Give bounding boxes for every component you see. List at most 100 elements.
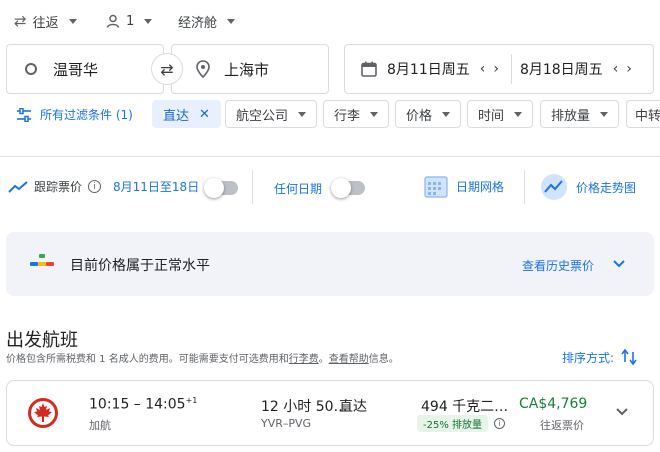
flight-stops: 直达 [339,399,367,415]
date-field[interactable]: 8月11日周五 ‹ › 8月18日周五 ‹ › [344,44,654,94]
trip-type-select[interactable]: ⇄ 往返 [14,10,77,32]
return-next-icon[interactable]: › [622,61,636,77]
help-link[interactable]: 查看帮助 [329,354,369,365]
track-dates-toggle[interactable] [204,178,238,198]
flight-card[interactable]: 10:15 – 14:05+1 加航 12 小时 50… YVR–PVG 直达 … [6,380,654,446]
destination-text: 上海市 [224,60,270,79]
trend-line-icon [8,180,28,193]
emissions-badge-row: -25% 排放量 i [417,415,506,432]
bag-fees-link[interactable]: 行李费 [289,354,319,365]
chip-times[interactable]: 时间 [467,100,534,128]
info-icon[interactable]: i [88,180,102,193]
date-grid-label: 日期网格 [456,179,505,194]
all-filters-label: 所有过滤条件 (1) [40,108,133,122]
airline-name: 加航 [89,419,111,432]
passenger-select[interactable]: 1 [106,10,153,32]
caret-down-icon [227,18,236,24]
caret-down-icon [370,111,379,117]
price-level-icon [30,254,54,266]
chip-connections[interactable]: 中转 [626,100,660,128]
flight-emissions: 494 千克二… [421,399,509,415]
origin-text: 温哥华 [53,60,99,79]
person-icon [106,14,120,28]
depart-next-icon[interactable]: › [489,61,503,77]
price-graph-button[interactable]: 价格走势图 [540,173,636,201]
chip-label: 航空公司 [236,108,289,124]
price-type: 往返票价 [540,419,584,432]
return-date[interactable]: 8月18日周五 [520,59,603,79]
day-offset: +1 [185,396,198,405]
insight-text: 目前价格属于正常水平 [70,258,210,274]
chevron-down-icon[interactable] [615,407,629,417]
filter-sliders-icon [17,107,31,122]
track-dates: 8月11日至18日 [113,180,200,194]
note-text: 信息。 [368,354,399,365]
results-note: 价格包含所需税费和 1 名成人的费用。可能需要支付可选费用和行李费。查看帮助信息… [6,350,399,365]
cabin-select[interactable]: 经济舱 [178,10,236,32]
chip-price[interactable]: 价格 [395,100,462,128]
flight-times-text: 10:15 – 14:05 [89,396,186,413]
flight-price: CA$4,769 [519,396,588,412]
chip-label: 直达 [163,108,190,124]
chip-nonstop[interactable]: 直达 ✕ [152,100,221,128]
swap-button[interactable]: ⇄ [151,53,183,85]
chip-label: 时间 [478,108,505,124]
cabin-label: 经济舱 [178,15,218,31]
caret-down-icon [68,18,77,24]
caret-down-icon [600,111,609,117]
close-icon[interactable]: ✕ [199,107,210,122]
swap-icon: ⇄ [160,59,174,79]
caret-down-icon [298,111,307,117]
chip-emissions[interactable]: 排放量 [540,100,620,128]
chip-airlines[interactable]: 航空公司 [225,100,318,128]
caret-down-icon [442,111,451,117]
tools-divider [524,170,525,204]
tools-divider [252,170,253,204]
toggle-knob [204,178,224,198]
location-pin-icon [196,60,210,78]
note-text: 价格包含所需税费和 1 名成人的费用。可能需要支付可选费用和 [6,354,289,365]
track-prices: 跟踪票价 i 8月11日至18日 [8,178,199,195]
results-heading: 出发航班 [6,330,78,351]
air-canada-logo-icon [28,398,58,428]
any-dates-label: 任何日期 [274,182,323,196]
date-grid-button[interactable]: 日期网格 [424,174,504,198]
passenger-count: 1 [126,13,135,29]
date-grid-icon [424,176,448,198]
sort-button[interactable]: 排序方式: [562,348,638,366]
origin-field[interactable]: 温哥华 [6,44,164,94]
emissions-badge: -25% 排放量 [417,415,489,432]
return-prev-icon[interactable]: ‹ [609,61,623,77]
all-filters-button[interactable]: 所有过滤条件 (1) [16,106,133,123]
chip-label: 价格 [406,108,433,124]
origin-circle-icon [25,63,37,75]
calendar-icon [361,61,377,77]
track-label: 跟踪票价 [34,180,83,194]
info-icon[interactable]: i [494,418,506,429]
any-dates-toggle[interactable] [331,178,365,198]
price-insight-card[interactable]: 目前价格属于正常水平 查看历史票价 [6,232,654,296]
flight-times: 10:15 – 14:05+1 [89,396,197,413]
toggle-knob [331,178,351,198]
caret-down-icon [144,18,153,24]
chip-label: 排放量 [551,108,591,124]
price-graph-icon [541,174,567,200]
caret-down-icon [514,111,523,117]
flight-route: YVR–PVG [261,417,312,430]
date-divider [510,54,512,84]
trip-type-label: 往返 [32,15,59,31]
toolbar-divider [0,156,660,157]
chip-label: 行李 [334,108,361,124]
swap-arrows-icon: ⇄ [14,12,27,30]
depart-date[interactable]: 8月11日周五 [387,59,470,79]
view-history-link[interactable]: 查看历史票价 [522,257,594,274]
chip-label: 中转 [635,108,660,124]
sort-icon [621,348,637,366]
chip-bags[interactable]: 行李 [323,100,390,128]
price-graph-label: 价格走势图 [576,180,637,195]
note-text: 。 [318,354,329,365]
flight-duration: 12 小时 50… [261,399,348,415]
depart-prev-icon[interactable]: ‹ [476,61,490,77]
destination-field[interactable]: 上海市 [171,44,329,94]
chevron-down-icon[interactable] [612,259,626,269]
